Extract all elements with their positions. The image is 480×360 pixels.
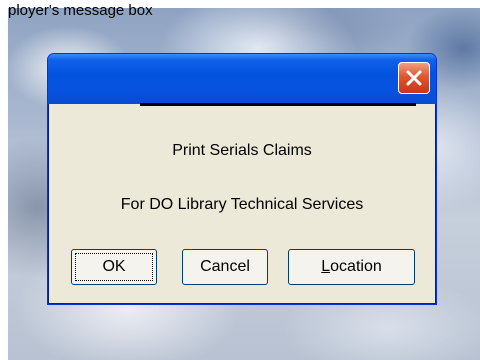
location-mnemonic: L	[321, 258, 331, 275]
titlebar-divider	[140, 103, 416, 106]
dialog-message-title: Print Serials Claims	[172, 142, 312, 159]
location-button[interactable]: Location	[288, 249, 415, 285]
cancel-button-label: Cancel	[200, 258, 250, 275]
dialog-message-subtitle: For DO Library Technical Services	[120, 196, 364, 213]
cancel-button[interactable]: Cancel	[182, 249, 268, 285]
close-button[interactable]	[398, 62, 430, 94]
close-icon	[406, 70, 422, 86]
message-dialog: Print Serials Claims For DO Library Tech…	[47, 53, 437, 305]
ok-button[interactable]: OK	[71, 249, 157, 285]
background-text: ployer's message box	[8, 2, 153, 19]
ok-button-label: OK	[102, 258, 126, 275]
location-button-label: ocation	[330, 258, 382, 275]
dialog-titlebar[interactable]	[48, 54, 436, 104]
